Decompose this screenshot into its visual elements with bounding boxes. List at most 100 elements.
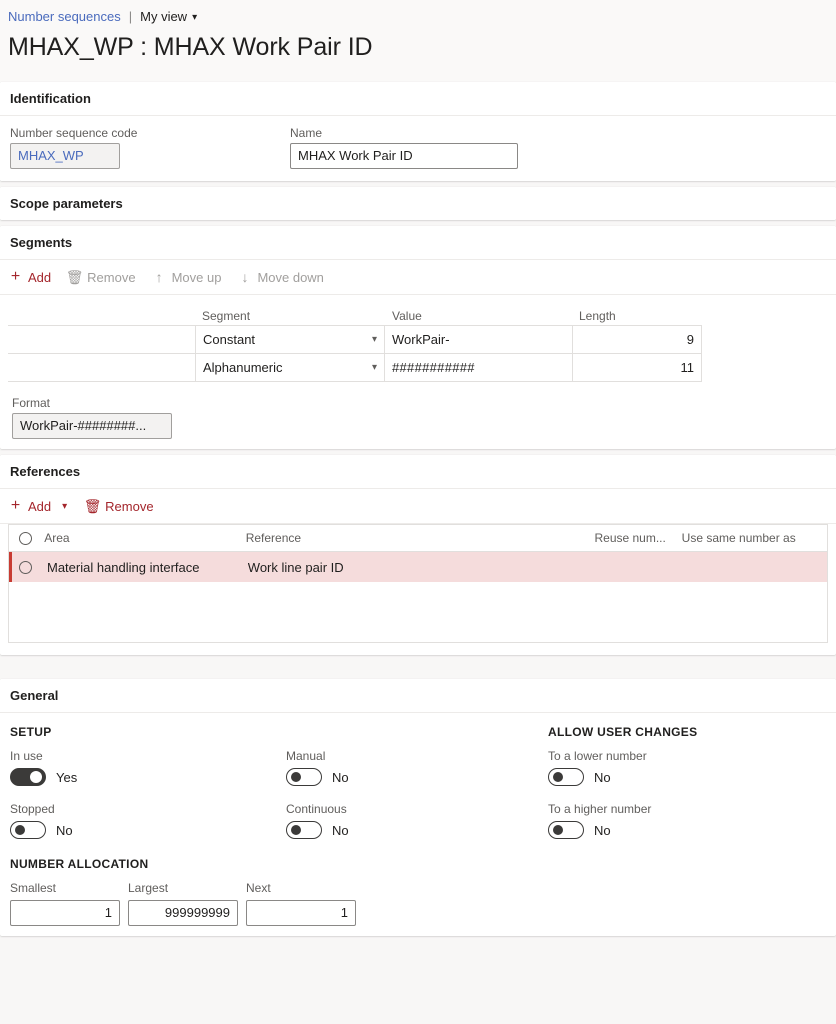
references-toolbar: + Add ▾ 🗑 Remove <box>0 489 836 524</box>
trash-icon: 🗑 <box>65 269 84 285</box>
general-section: General SETUP In use Yes Stopped No Manu… <box>0 679 836 936</box>
segments-section: Segments + Add 🗑 Remove ↑ Move up ↓ Move… <box>0 226 836 449</box>
references-col-reuse-numbers[interactable]: Reuse num... <box>594 531 681 545</box>
references-row-0-reference[interactable]: Work line pair ID <box>248 560 596 575</box>
setup-group-title: SETUP <box>10 725 52 739</box>
segments-move-down-button[interactable]: ↓ Move down <box>237 270 323 285</box>
scope-parameters-section-header[interactable]: Scope parameters <box>0 187 836 220</box>
largest-input[interactable]: 999999999 <box>128 900 238 926</box>
breadcrumb-link-number-sequences[interactable]: Number sequences <box>8 9 121 24</box>
view-selector[interactable]: My view ▾ <box>140 9 197 24</box>
references-add-label: Add <box>28 498 52 514</box>
plus-icon: + <box>10 268 21 285</box>
manual-field: Manual No <box>286 749 548 786</box>
identification-section-header[interactable]: Identification <box>0 82 836 116</box>
arrow-down-icon: ↓ <box>241 269 249 285</box>
to-lower-number-row: No <box>548 768 808 786</box>
next-input[interactable]: 1 <box>246 900 356 926</box>
segment-row-0-value[interactable]: WorkPair- <box>385 326 572 353</box>
number-sequence-code-label: Number sequence code <box>10 126 138 140</box>
references-section-header[interactable]: References <box>0 455 836 489</box>
to-lower-number-toggle[interactable] <box>548 768 584 786</box>
stopped-toggle[interactable] <box>10 821 46 839</box>
segments-move-up-button[interactable]: ↑ Move up <box>152 270 222 285</box>
segments-remove-label: Remove <box>87 269 136 285</box>
references-row-0-area[interactable]: Material handling interface <box>47 560 248 575</box>
toggle-knob-icon <box>553 772 563 782</box>
table-row[interactable]: Alphanumeric ▾ ########### 11 <box>8 353 702 382</box>
page-title: MHAX_WP : MHAX Work Pair ID <box>8 33 373 61</box>
segments-col-value[interactable]: Value <box>385 309 572 323</box>
continuous-field: Continuous No <box>286 802 548 839</box>
references-col-area[interactable]: Area <box>44 531 246 545</box>
segments-grid: Segment Value Length Constant ▾ WorkPair… <box>0 301 702 382</box>
radio-icon[interactable] <box>19 531 32 545</box>
to-higher-number-value: No <box>594 822 611 838</box>
in-use-toggle[interactable] <box>10 768 46 786</box>
segments-grid-header: Segment Value Length <box>8 301 702 326</box>
toggle-knob-icon <box>291 772 301 782</box>
references-grid-empty-area <box>9 582 827 642</box>
smallest-field: Smallest 1 <box>10 881 120 926</box>
segments-section-header[interactable]: Segments <box>0 226 836 260</box>
segment-row-0-blank <box>8 326 195 353</box>
segments-move-down-label: Move down <box>257 269 324 285</box>
segment-row-1-length[interactable]: 11 <box>572 354 702 381</box>
manual-toggle[interactable] <box>286 768 322 786</box>
in-use-label: In use <box>10 749 43 763</box>
segments-add-button[interactable]: + Add <box>8 268 51 285</box>
number-sequence-code-field: Number sequence code MHAX_WP <box>10 126 290 169</box>
segments-toolbar: + Add 🗑 Remove ↑ Move up ↓ Move down <box>0 260 836 295</box>
to-higher-number-label: To a higher number <box>548 802 652 816</box>
references-select-all-cell[interactable] <box>9 531 44 545</box>
in-use-field: In use Yes <box>10 749 286 786</box>
segment-row-1-value[interactable]: ########### <box>385 354 572 381</box>
references-grid-header: Area Reference Reuse num... Use same num… <box>9 525 827 552</box>
stopped-label: Stopped <box>10 802 55 816</box>
references-add-button[interactable]: + Add ▾ <box>8 498 68 514</box>
segment-row-1-segment[interactable]: Alphanumeric ▾ <box>195 354 385 381</box>
number-allocation-group-title: NUMBER ALLOCATION <box>10 857 149 871</box>
segments-col-length[interactable]: Length <box>572 309 702 323</box>
format-input[interactable]: WorkPair-########... <box>12 413 172 439</box>
smallest-input[interactable]: 1 <box>10 900 120 926</box>
name-input[interactable]: MHAX Work Pair ID <box>290 143 518 169</box>
trash-icon: 🗑 <box>83 498 102 514</box>
chevron-down-icon: ▾ <box>62 500 68 512</box>
continuous-label: Continuous <box>286 802 347 816</box>
general-section-body: SETUP In use Yes Stopped No Manual No Co… <box>0 713 836 936</box>
identification-section-body: Number sequence code MHAX_WP Name MHAX W… <box>0 116 836 181</box>
references-col-use-same-number[interactable]: Use same number as <box>682 531 827 545</box>
setup-group-column-1: SETUP In use Yes Stopped No <box>10 725 286 855</box>
general-section-header[interactable]: General <box>0 679 836 713</box>
segment-row-0-segment[interactable]: Constant ▾ <box>195 326 385 353</box>
toggle-knob-icon <box>553 825 563 835</box>
stopped-row: No <box>10 821 286 839</box>
references-row-0-select-cell[interactable] <box>12 560 47 574</box>
name-label: Name <box>290 126 323 140</box>
arrow-up-icon: ↑ <box>155 269 163 285</box>
format-field: Format WorkPair-########... <box>0 382 836 449</box>
number-sequence-code-input[interactable]: MHAX_WP <box>10 143 120 169</box>
continuous-value: No <box>332 822 349 838</box>
allow-user-changes-group: ALLOW USER CHANGES To a lower number No … <box>548 725 808 855</box>
segment-row-0-length[interactable]: 9 <box>572 326 702 353</box>
continuous-toggle[interactable] <box>286 821 322 839</box>
segments-remove-button[interactable]: 🗑 Remove <box>65 269 136 285</box>
segment-row-1-segment-select[interactable]: Alphanumeric ▾ <box>203 360 377 375</box>
to-higher-number-toggle[interactable] <box>548 821 584 839</box>
name-field: Name MHAX Work Pair ID <box>290 126 518 169</box>
radio-icon[interactable] <box>19 560 32 574</box>
references-remove-button[interactable]: 🗑 Remove <box>83 498 154 514</box>
table-row[interactable]: Material handling interface Work line pa… <box>9 552 827 582</box>
segments-col-segment[interactable]: Segment <box>195 309 385 323</box>
references-col-reference[interactable]: Reference <box>246 531 595 545</box>
in-use-value: Yes <box>56 769 78 785</box>
table-row[interactable]: Constant ▾ WorkPair- 9 <box>8 325 702 354</box>
breadcrumb: Number sequences | My view ▾ <box>8 6 828 26</box>
stopped-value: No <box>56 822 73 838</box>
toggle-knob-icon <box>291 825 301 835</box>
number-sequence-detail-page: Number sequences | My view ▾ MHAX_WP : MH… <box>0 0 836 1024</box>
view-selector-label: My view <box>140 8 188 24</box>
segment-row-0-segment-select[interactable]: Constant ▾ <box>203 332 377 347</box>
